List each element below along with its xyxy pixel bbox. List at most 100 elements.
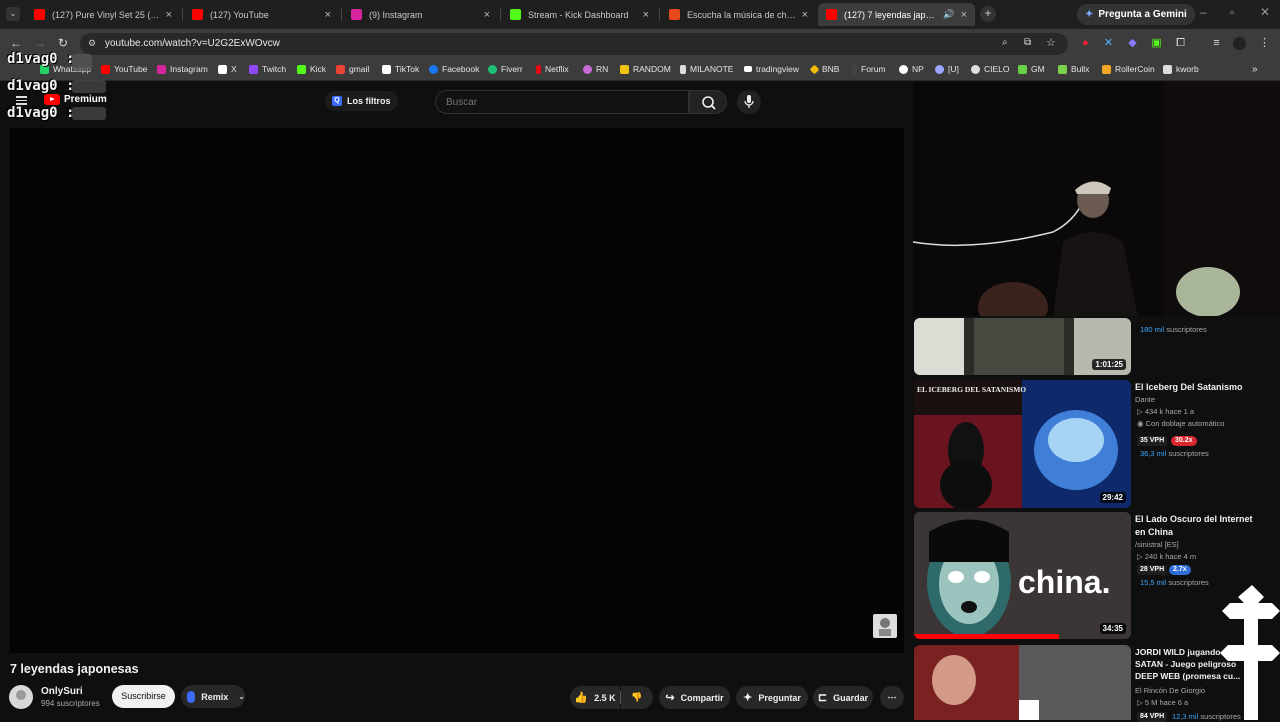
tab-active-leyendas[interactable]: (127) 7 leyendas japonesas 🔊 × bbox=[818, 3, 975, 26]
bookmark-gm[interactable]: GM bbox=[1018, 64, 1045, 74]
subscribe-button[interactable]: Suscribirse bbox=[112, 685, 175, 708]
bookmark-youtube[interactable]: YouTube bbox=[101, 64, 147, 74]
bookmark-bnb[interactable]: BNB bbox=[809, 64, 839, 74]
bookmark-cielo[interactable]: CIELO bbox=[971, 64, 1010, 74]
filters-button[interactable]: Q Los filtros bbox=[325, 91, 398, 111]
tab-music[interactable]: Escucha la música de che | Disk × bbox=[661, 3, 816, 26]
tab-title: (127) 7 leyendas japonesas bbox=[844, 9, 939, 20]
gemini-button[interactable]: ✦ Pregunta a Gemini bbox=[1077, 4, 1195, 25]
bookmark-u[interactable]: [U] bbox=[935, 64, 959, 74]
tab-kick-dashboard[interactable]: Stream - Kick Dashboard × bbox=[502, 3, 657, 26]
voice-search-button[interactable] bbox=[737, 90, 761, 114]
bnb-icon bbox=[809, 64, 820, 74]
related-video-title[interactable]: El Lado Oscuro del Internet en China bbox=[1135, 513, 1260, 538]
share-button[interactable]: ↪ Compartir bbox=[659, 686, 730, 709]
related-video-title[interactable]: El Iceberg Del Satanismo bbox=[1135, 381, 1260, 394]
bookmark-facebook[interactable]: Facebook bbox=[429, 64, 479, 74]
channel-name[interactable]: OnlySuri bbox=[41, 686, 83, 697]
more-actions-button[interactable]: ⋯ bbox=[880, 686, 904, 709]
related-channel-name[interactable]: El Rincón De Giorgio bbox=[1135, 686, 1205, 695]
new-tab-button[interactable]: + bbox=[980, 6, 996, 22]
forward-icon[interactable]: → bbox=[34, 36, 46, 50]
related-thumbnail[interactable]: EL ICEBERG DEL SATANISMO 29:42 bbox=[914, 380, 1131, 508]
bookmark-np[interactable]: NP bbox=[899, 64, 924, 74]
profile-avatar[interactable] bbox=[1233, 37, 1246, 50]
record-extension-icon[interactable]: ● bbox=[1079, 37, 1092, 50]
related-video-meta: ▷ 5 M hace 6 a bbox=[1137, 698, 1188, 707]
bookmark-twitch[interactable]: Twitch bbox=[249, 64, 286, 74]
close-icon[interactable]: × bbox=[166, 9, 172, 21]
maximize-icon[interactable]: ▫ bbox=[1230, 5, 1234, 19]
close-icon[interactable]: × bbox=[802, 9, 808, 21]
bookmark-star-icon[interactable]: ☆ bbox=[1046, 36, 1056, 49]
bookmark-kworb[interactable]: kworb bbox=[1163, 64, 1199, 74]
remix-button[interactable]: Remix ⌄ bbox=[181, 685, 245, 708]
facebook-icon bbox=[429, 64, 438, 74]
ask-button[interactable]: ✦ Preguntar bbox=[736, 686, 808, 709]
tab-youtube[interactable]: (127) YouTube × bbox=[184, 3, 339, 26]
play-icon: ▷ bbox=[1137, 698, 1145, 707]
minimize-icon[interactable]: – bbox=[1200, 5, 1207, 19]
site-info-icon[interactable]: ⚙ bbox=[88, 38, 96, 49]
tab-pure-vinyl[interactable]: (127) Pure Vinyl Set 25 (Classic × bbox=[26, 3, 180, 26]
related-thumbnail[interactable]: china. 34:35 bbox=[914, 512, 1131, 639]
dislike-button[interactable]: 👎 bbox=[621, 686, 653, 709]
bookmark-tradingview[interactable]: tradingview bbox=[744, 64, 799, 74]
install-icon[interactable]: ⧉ bbox=[1024, 37, 1031, 48]
reading-list-icon[interactable]: ≡ bbox=[1210, 37, 1223, 50]
music-icon bbox=[669, 9, 680, 20]
window-close-icon[interactable]: ✕ bbox=[1260, 5, 1270, 19]
menu-icon[interactable] bbox=[16, 96, 27, 105]
bookmark-gmail[interactable]: gmail bbox=[336, 64, 369, 74]
extension-icon[interactable]: ✕ bbox=[1102, 37, 1115, 50]
bookmark-bullx[interactable]: Bullx bbox=[1058, 64, 1089, 74]
tab-search-icon[interactable]: ⌄ bbox=[6, 7, 20, 21]
remix-icon bbox=[187, 690, 196, 703]
related-channel-name[interactable]: /sinistral [ES] bbox=[1135, 540, 1179, 549]
kick-extension-icon[interactable]: ▣ bbox=[1150, 37, 1163, 50]
video-duration: 34:35 bbox=[1099, 623, 1126, 634]
save-button[interactable]: ⊏ Guardar bbox=[813, 686, 873, 709]
bookmark-milanote[interactable]: MILANOTE bbox=[680, 64, 733, 74]
bookmark-rollercoin[interactable]: RollerCoin bbox=[1102, 64, 1155, 74]
search-button[interactable] bbox=[689, 90, 727, 114]
close-icon[interactable]: × bbox=[643, 9, 649, 21]
tab-instagram[interactable]: (9) Instagram × bbox=[343, 3, 498, 26]
bookmark-kick[interactable]: Kick bbox=[297, 64, 326, 74]
channel-avatar[interactable] bbox=[9, 685, 33, 709]
back-icon[interactable]: ← bbox=[10, 36, 22, 50]
bookmark-random[interactable]: RANDOM bbox=[620, 64, 671, 74]
bookmark-instagram[interactable]: Instagram bbox=[157, 64, 208, 74]
close-icon[interactable]: × bbox=[325, 9, 331, 21]
bookmark-x[interactable]: X bbox=[218, 64, 237, 74]
reload-icon[interactable]: ↻ bbox=[58, 36, 68, 50]
related-video-meta: ▷ 240 k hace 4 m bbox=[1137, 552, 1196, 561]
bookmark-tiktok[interactable]: TikTok bbox=[382, 64, 419, 74]
close-icon[interactable]: × bbox=[484, 9, 490, 21]
search-input[interactable] bbox=[435, 90, 689, 114]
more-menu-icon[interactable]: ⋮ bbox=[1258, 37, 1271, 50]
speaker-icon[interactable]: 🔊 bbox=[943, 9, 954, 20]
extension-icon[interactable]: ◆ bbox=[1126, 37, 1139, 50]
ask-label: Preguntar bbox=[758, 692, 801, 703]
bookmark-rn[interactable]: RN bbox=[583, 64, 608, 74]
player-channel-watermark[interactable] bbox=[873, 614, 897, 638]
youtube-premium-logo[interactable]: Premium bbox=[44, 94, 107, 105]
related-thumbnail[interactable] bbox=[914, 645, 1131, 720]
address-bar[interactable]: ⚙ youtube.com/watch?v=U2G2ExWOvcw ⌕ ⧉ ☆ bbox=[80, 33, 1068, 55]
remix-label: Remix bbox=[201, 691, 229, 702]
related-channel-name[interactable]: Dante bbox=[1135, 395, 1155, 404]
zoom-icon[interactable]: ⌕ bbox=[1002, 37, 1008, 48]
like-button[interactable]: 👍 2.5 K bbox=[570, 686, 620, 709]
bookmark-forum[interactable]: Forum bbox=[852, 64, 886, 74]
bookmark-fiverr[interactable]: Fiverr bbox=[488, 64, 523, 74]
video-player[interactable] bbox=[10, 128, 904, 653]
bookmarks-overflow-icon[interactable]: » bbox=[1252, 64, 1258, 75]
close-icon[interactable]: × bbox=[961, 9, 967, 21]
extensions-puzzle-icon[interactable]: ⧠ bbox=[1174, 37, 1187, 50]
bookmark-netflix[interactable]: Netflix bbox=[536, 64, 569, 74]
sparkle-icon: ✦ bbox=[743, 692, 753, 704]
related-thumbnail[interactable]: 1:01:25 bbox=[914, 318, 1131, 375]
instagram-icon bbox=[351, 9, 362, 20]
chat-username: d1vag0 : bbox=[7, 78, 75, 94]
